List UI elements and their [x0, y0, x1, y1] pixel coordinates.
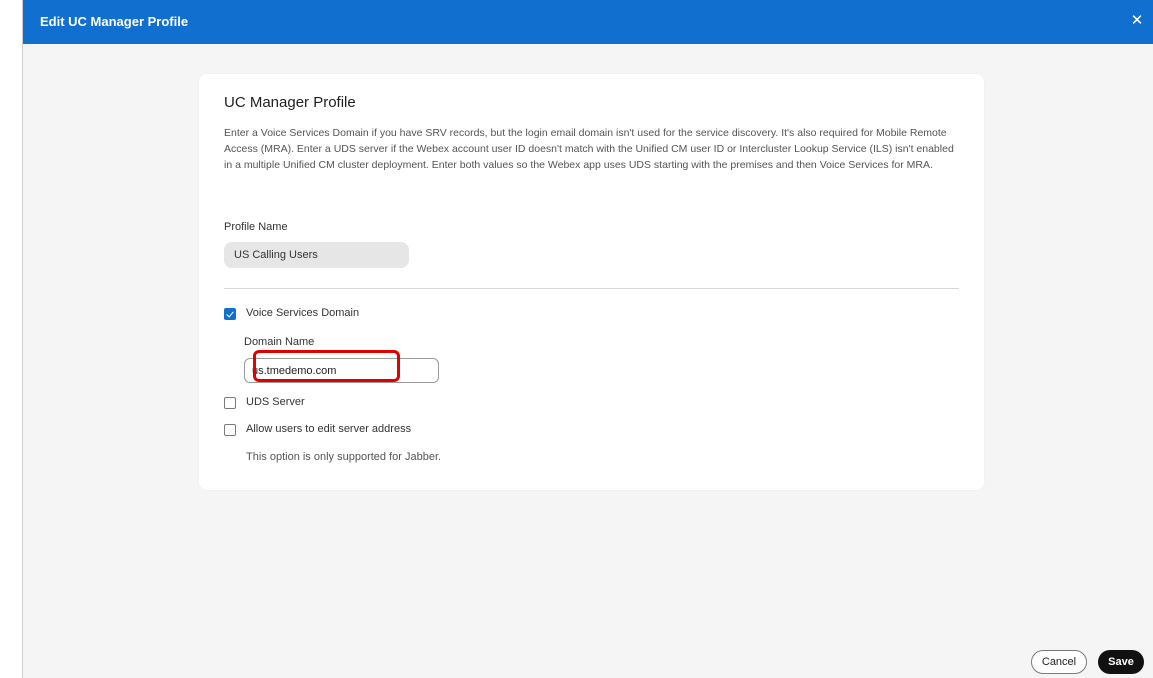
dialog-title: Edit UC Manager Profile [40, 14, 189, 29]
uds-server-label: UDS Server [246, 396, 305, 408]
card-description: Enter a Voice Services Domain if you hav… [224, 127, 954, 171]
voice-services-domain-label: Voice Services Domain [246, 307, 360, 319]
voice-services-domain-checkbox[interactable] [224, 308, 236, 320]
profile-name-field: US Calling Users [224, 242, 409, 268]
card-title: UC Manager Profile [224, 94, 356, 111]
domain-name-input[interactable] [244, 358, 439, 383]
save-button[interactable]: Save [1098, 650, 1144, 674]
domain-name-label: Domain Name [244, 336, 315, 348]
profile-name-label: Profile Name [224, 221, 288, 233]
dialog-window: Edit UC Manager Profile ✕ UC Manager Pro… [22, 0, 1153, 678]
dialog-titlebar: Edit UC Manager Profile ✕ [23, 0, 1153, 44]
cancel-button[interactable]: Cancel [1031, 650, 1087, 674]
section-divider [224, 288, 959, 289]
uds-server-checkbox[interactable] [224, 397, 236, 409]
uc-manager-profile-card: UC Manager Profile Enter a Voice Service… [199, 74, 984, 490]
jabber-note: This option is only supported for Jabber… [246, 451, 442, 463]
allow-edit-server-checkbox[interactable] [224, 424, 236, 436]
close-icon[interactable]: ✕ [1128, 12, 1146, 30]
allow-edit-server-label: Allow users to edit server address [246, 423, 412, 435]
